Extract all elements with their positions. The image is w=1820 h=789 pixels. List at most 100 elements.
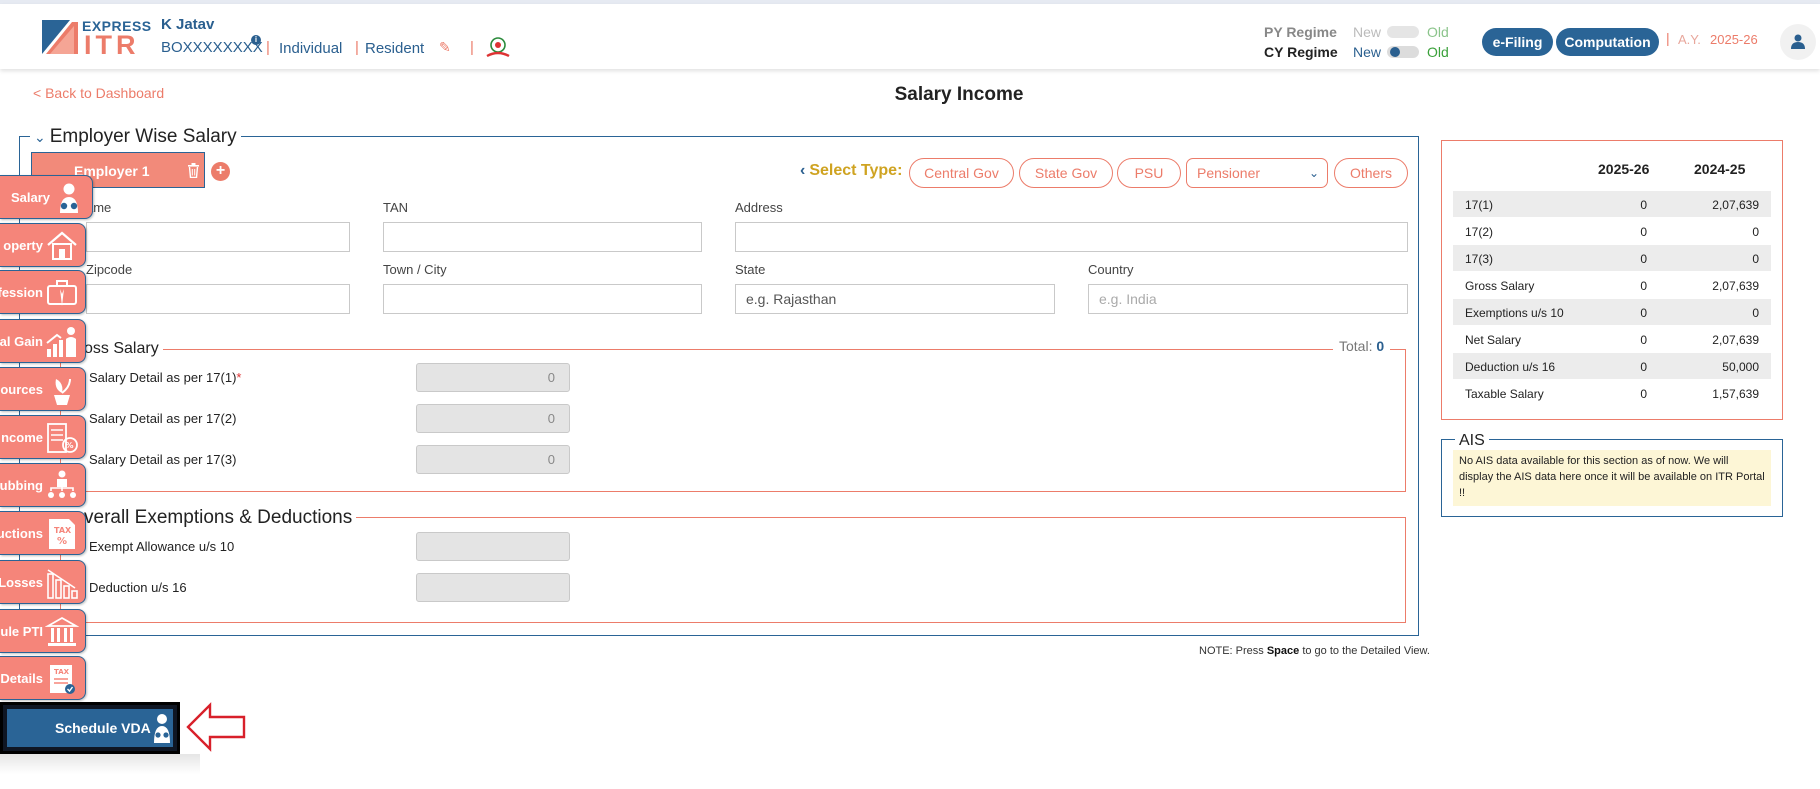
sidebar-item-salary[interactable]: Salary xyxy=(0,175,93,219)
house-icon xyxy=(47,231,77,260)
exemptions-deductions-section xyxy=(60,517,1406,623)
add-employer-icon[interactable]: + xyxy=(211,162,230,181)
sidebar-item-deductions[interactable]: uctions TAX % xyxy=(0,511,86,555)
summary-value-previous: 50,000 xyxy=(1722,360,1759,374)
sidebar-item-label: uctions xyxy=(0,526,43,541)
e-filing-button[interactable]: e-Filing xyxy=(1482,28,1553,56)
town-city-label: Town / City xyxy=(383,262,447,277)
summary-value-previous: 1,57,639 xyxy=(1712,387,1759,401)
sidebar-item-losses[interactable]: Losses xyxy=(0,560,86,604)
page-title: Salary Income xyxy=(894,84,1024,105)
sidebar-item-tax-details[interactable]: Details TAX xyxy=(0,656,86,700)
summary-key: Exemptions u/s 10 xyxy=(1465,306,1564,320)
chevron-left-icon[interactable]: ‹ xyxy=(800,162,805,179)
toggle-knob xyxy=(1390,47,1400,57)
schedule-vda-label: Schedule VDA xyxy=(55,720,151,736)
deduction-16-input[interactable] xyxy=(416,573,570,602)
header-separator: | xyxy=(1666,30,1670,46)
summary-value-previous: 2,07,639 xyxy=(1712,333,1759,347)
summary-row: Net Salary 0 2,07,639 xyxy=(1453,325,1771,352)
type-central-gov-button[interactable]: Central Gov xyxy=(909,158,1014,188)
sidebar-item-label: Details xyxy=(0,671,43,686)
employer-wise-salary-title[interactable]: ⌄ Employer Wise Salary xyxy=(30,126,241,148)
salary-17-3-input[interactable]: 0 xyxy=(416,445,570,474)
info-icon[interactable]: i xyxy=(251,35,261,45)
sidebar-item-other-sources[interactable]: ources xyxy=(0,367,86,411)
computation-button[interactable]: Computation xyxy=(1556,28,1659,56)
vda-shadow xyxy=(0,754,200,774)
type-psu-button[interactable]: PSU xyxy=(1117,158,1181,188)
pencil-icon[interactable]: ✎ xyxy=(439,39,451,56)
summary-value-current: 0 xyxy=(1640,225,1647,239)
py-regime-old: Old xyxy=(1427,24,1449,40)
sidebar-item-schedule-vda[interactable]: Schedule VDA xyxy=(7,709,173,747)
salary-17-2-input[interactable]: 0 xyxy=(416,404,570,433)
salary-17-2-label: Salary Detail as per 17(2) xyxy=(89,411,237,426)
ais-message: No AIS data available for this section a… xyxy=(1453,450,1771,506)
sidebar-item-exempt-income[interactable]: ncome % xyxy=(0,415,86,459)
summary-value-current: 0 xyxy=(1640,387,1647,401)
employer-name-input[interactable] xyxy=(86,222,350,252)
assessment-year-value[interactable]: 2025-26 xyxy=(1710,32,1758,47)
growth-icon xyxy=(46,327,76,357)
cy-regime-toggle[interactable] xyxy=(1387,46,1419,58)
user-name: K Jatav xyxy=(161,16,215,33)
svg-text:%: % xyxy=(66,441,74,450)
briefcase-icon xyxy=(47,280,77,306)
sidebar-item-capital-gain[interactable]: al Gain xyxy=(0,319,86,363)
sidebar-item-label: al Gain xyxy=(0,334,43,349)
sidebar-item-label: ources xyxy=(0,382,43,397)
tan-label: TAN xyxy=(383,200,409,215)
svg-text:%: % xyxy=(57,536,67,547)
summary-row: Taxable Salary 0 1,57,639 xyxy=(1453,379,1771,406)
state-input[interactable]: e.g. Rajasthan xyxy=(735,284,1055,314)
summary-row: 17(1) 0 2,07,639 xyxy=(1453,190,1771,217)
town-city-input[interactable] xyxy=(383,284,702,314)
summary-value-previous: 0 xyxy=(1752,306,1759,320)
status-individual-link[interactable]: Individual xyxy=(279,40,342,57)
express-itr-logo[interactable]: EXPRESS ITR xyxy=(40,16,151,60)
salary-17-1-label: Salary Detail as per 17(1)* xyxy=(89,370,241,385)
summary-value-current: 0 xyxy=(1640,252,1647,266)
declining-chart-icon xyxy=(47,569,78,599)
ais-title: AIS xyxy=(1455,432,1489,450)
logo-mark-icon xyxy=(42,20,78,54)
tax-doc-icon: TAX xyxy=(50,665,75,694)
salary-17-1-input[interactable]: 0 xyxy=(416,363,570,392)
address-input[interactable] xyxy=(735,222,1408,252)
user-icon xyxy=(1791,34,1805,49)
svg-text:TAX: TAX xyxy=(54,668,70,676)
total-value: 0 xyxy=(1376,338,1385,354)
type-state-gov-button[interactable]: State Gov xyxy=(1019,158,1113,188)
residency-link[interactable]: Resident xyxy=(365,40,424,57)
summary-row: 17(3) 0 0 xyxy=(1453,244,1771,271)
deduction-16-label: Deduction u/s 16 xyxy=(89,580,187,595)
salary-17-3-label: Salary Detail as per 17(3) xyxy=(89,452,237,467)
tan-input[interactable] xyxy=(383,222,702,252)
cy-regime-label: CY Regime xyxy=(1264,44,1338,60)
summary-value-current: 0 xyxy=(1640,306,1647,320)
sidebar-item-profession[interactable]: fession xyxy=(0,270,86,314)
summary-row: Deduction u/s 16 0 50,000 xyxy=(1453,352,1771,379)
note-prefix: NOTE: Press xyxy=(1199,645,1267,657)
trash-icon[interactable] xyxy=(187,163,200,178)
exempt-allowance-input[interactable] xyxy=(416,532,570,561)
zipcode-input[interactable] xyxy=(86,284,350,314)
country-input[interactable]: e.g. India xyxy=(1088,284,1408,314)
sidebar-item-label: ubbing xyxy=(0,478,43,493)
detailed-view-note: NOTE: Press Space to go to the Detailed … xyxy=(1199,645,1430,657)
sidebar-item-property[interactable]: operty xyxy=(0,223,86,267)
type-others-button[interactable]: Others xyxy=(1334,158,1408,188)
gross-salary-title: oss Salary xyxy=(80,340,163,358)
schedule-vda-highlight: Schedule VDA xyxy=(0,702,180,754)
sidebar-item-label: Salary xyxy=(10,190,50,205)
header-separator: | xyxy=(470,39,474,56)
type-pensioner-select[interactable]: Pensioner ⌄ xyxy=(1186,158,1328,188)
py-regime-label: PY Regime xyxy=(1264,24,1337,40)
sidebar-item-clubbing[interactable]: ubbing xyxy=(0,463,86,507)
header-separator: | xyxy=(266,39,270,56)
note-suffix: to go to the Detailed View. xyxy=(1299,645,1430,657)
sidebar-item-label: ule PTI xyxy=(0,624,43,639)
sidebar-item-schedule-pti[interactable]: ule PTI xyxy=(0,609,86,653)
user-avatar[interactable] xyxy=(1780,24,1816,60)
